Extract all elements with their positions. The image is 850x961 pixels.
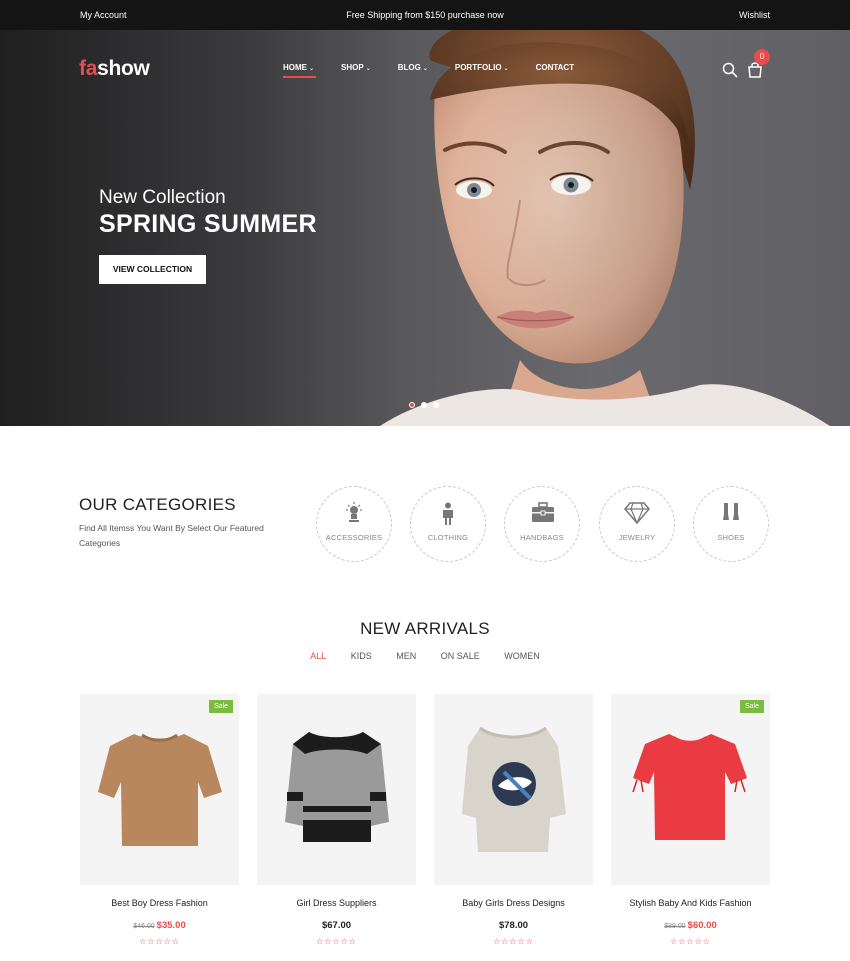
nav-contact[interactable]: CONTACT — [536, 63, 575, 72]
slider-dot-1[interactable] — [409, 402, 415, 408]
product-card[interactable]: Sale Best Boy Dress Fashion $46.00 $35.00… — [80, 694, 239, 946]
jersey-image — [285, 732, 389, 842]
person-icon — [443, 502, 453, 525]
category-handbags[interactable]: HANDBAGS — [504, 486, 580, 562]
category-jewelry[interactable]: JEWELRY — [599, 486, 675, 562]
cart-count-badge: 0 — [754, 49, 770, 65]
top-bar: My Account Free Shipping from $150 purch… — [0, 0, 850, 30]
hero-banner: fashow HOME ⌄ SHOP ⌄ BLOG ⌄ PORTFOLIO ⌄ CONT… — [0, 30, 850, 426]
category-label: HANDBAGS — [520, 533, 564, 542]
category-accessories[interactable]: ACCESSORIES — [316, 486, 392, 562]
site-logo[interactable]: fashow — [79, 57, 150, 81]
chevron-down-icon: ⌄ — [365, 66, 371, 72]
shipping-notice: Free Shipping from $150 purchase now — [346, 10, 504, 20]
graphic-sweatshirt-image — [462, 726, 566, 852]
category-label: JEWELRY — [618, 533, 656, 542]
slider-dot-3[interactable] — [433, 402, 439, 408]
view-collection-button[interactable]: VIEW COLLECTION — [99, 255, 206, 284]
product-price: $46.00 $35.00 — [133, 920, 186, 931]
product-image[interactable] — [257, 694, 416, 885]
arrival-filters: ALL KIDS MEN ON SALE WOMEN — [0, 651, 850, 661]
product-name[interactable]: Best Boy Dress Fashion — [80, 898, 239, 908]
product-card[interactable]: Girl Dress Suppliers $67.00 ☆☆☆☆☆ — [257, 694, 416, 946]
product-name[interactable]: Baby Girls Dress Designs — [434, 898, 593, 908]
categories-description: Find All Itemss You Want By Select Our F… — [79, 523, 264, 548]
briefcase-icon — [532, 502, 554, 522]
product-name[interactable]: Stylish Baby And Kids Fashion — [611, 898, 770, 908]
filter-men[interactable]: MEN — [396, 651, 416, 661]
hero-subtitle: New Collection — [99, 187, 226, 208]
nav-home[interactable]: HOME ⌄ — [283, 63, 317, 78]
sale-badge: Sale — [208, 700, 233, 713]
category-clothing[interactable]: CLOTHING — [410, 486, 486, 562]
product-image[interactable]: Sale — [611, 694, 770, 885]
nav-portfolio[interactable]: PORTFOLIO ⌄ — [455, 63, 509, 72]
star-rating: ☆☆☆☆☆ — [316, 937, 357, 946]
nav-blog[interactable]: BLOG ⌄ — [398, 63, 428, 72]
product-card[interactable]: Baby Girls Dress Designs $78.00 ☆☆☆☆☆ — [434, 694, 593, 946]
category-label: CLOTHING — [427, 533, 469, 542]
filter-kids[interactable]: KIDS — [351, 651, 372, 661]
chevron-down-icon: ⌄ — [422, 66, 428, 72]
brown-tshirt-image — [98, 733, 222, 846]
chevron-down-icon: ⌄ — [503, 66, 509, 72]
hero-title: SPRING SUMMER — [99, 210, 317, 238]
product-image[interactable]: Sale — [80, 694, 239, 885]
filter-all[interactable]: ALL — [310, 651, 326, 661]
category-shoes[interactable]: SHOES — [693, 486, 769, 562]
red-tshirt-image — [632, 733, 747, 840]
sale-badge: Sale — [739, 700, 764, 713]
shoes-icon — [723, 503, 739, 520]
search-icon[interactable] — [722, 62, 738, 78]
nav-shop[interactable]: SHOP ⌄ — [341, 63, 371, 72]
product-image[interactable] — [434, 694, 593, 885]
product-name[interactable]: Girl Dress Suppliers — [257, 898, 416, 908]
chevron-down-icon: ⌄ — [309, 66, 315, 72]
product-price: $78.00 — [498, 920, 529, 931]
star-rating: ☆☆☆☆☆ — [670, 937, 711, 946]
main-nav: HOME ⌄ SHOP ⌄ BLOG ⌄ PORTFOLIO ⌄ CONTACT — [283, 63, 601, 78]
star-rating: ☆☆☆☆☆ — [493, 937, 534, 946]
slider-dots — [409, 402, 445, 408]
product-price: $67.00 — [321, 920, 352, 931]
star-rating: ☆☆☆☆☆ — [139, 937, 180, 946]
diamond-icon — [624, 502, 650, 524]
wishlist-link[interactable]: Wishlist — [739, 10, 770, 20]
filter-women[interactable]: WOMEN — [504, 651, 540, 661]
filter-on-sale[interactable]: ON SALE — [441, 651, 480, 661]
product-price: $89.00 $60.00 — [664, 920, 717, 931]
product-card[interactable]: Sale Stylish Baby And Kids Fashion $89.0… — [611, 694, 770, 946]
category-label: ACCESSORIES — [325, 533, 383, 542]
categories-title: OUR CATEGORIES — [79, 495, 236, 514]
new-arrivals-title: NEW ARRIVALS — [360, 619, 490, 638]
category-label: SHOES — [717, 533, 745, 542]
slider-dot-2[interactable] — [421, 402, 427, 408]
lamp-icon — [346, 502, 362, 522]
